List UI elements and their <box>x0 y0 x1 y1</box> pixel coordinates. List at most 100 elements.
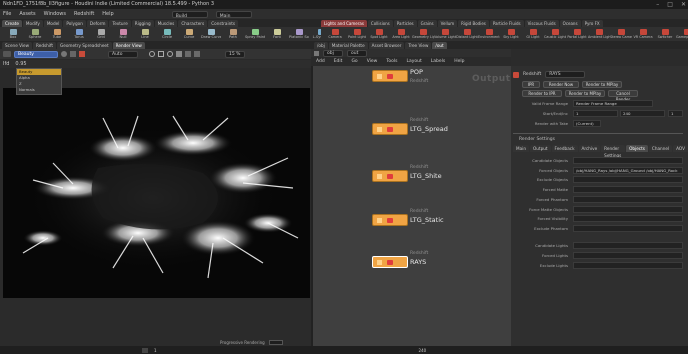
shelf-tool-2[interactable]: Spot Light <box>369 29 389 39</box>
shelf-tab[interactable]: Rigging <box>131 19 154 27</box>
zoom-field[interactable]: 15 % <box>225 50 245 58</box>
path-out[interactable]: out <box>347 49 367 57</box>
snapshot-icon[interactable] <box>3 51 11 57</box>
param-tab[interactable]: Archive <box>578 145 601 152</box>
shelf-tab[interactable]: Muscles <box>154 19 178 27</box>
viewer-tab[interactable]: Redshift <box>33 41 57 49</box>
param-row-field[interactable]: /obj/HANG_Rays /obj/HANG_Ground /obj/HAN… <box>573 167 683 174</box>
region-tool-icon[interactable] <box>158 51 164 57</box>
shelf-tool[interactable]: Draw Curve <box>201 29 221 39</box>
minimize-button[interactable]: – <box>656 1 659 8</box>
shelf-tab[interactable]: Model <box>43 19 63 27</box>
shelf-tab-2[interactable]: Oceans <box>559 19 581 27</box>
node-rays[interactable] <box>372 256 408 268</box>
shelf-tool[interactable]: Grid <box>92 29 110 39</box>
shelf-tool[interactable]: Font <box>268 29 286 39</box>
network-tab[interactable]: Tree View <box>405 41 432 49</box>
frame-start-field[interactable]: 1 <box>573 110 618 117</box>
lock-icon[interactable] <box>176 51 182 57</box>
node-ltg-shite[interactable] <box>372 170 408 182</box>
shelf-tool[interactable]: Box <box>4 29 22 39</box>
menu-help[interactable]: Help <box>102 9 113 19</box>
param-tab[interactable]: AOV <box>673 145 688 152</box>
param-row-field[interactable] <box>573 215 683 222</box>
shelf-tab[interactable]: Texture <box>109 19 131 27</box>
shelf-tab-2[interactable]: Particle Fluids <box>489 19 524 27</box>
param-tab[interactable]: Feedback <box>551 145 578 152</box>
progressive-toggle[interactable] <box>268 340 283 345</box>
param-row-field[interactable] <box>573 242 683 249</box>
shelf-tool-2[interactable]: VR Camera <box>633 29 653 39</box>
shelf-tab[interactable]: Polygon <box>63 19 86 27</box>
shelf-tool[interactable]: Line <box>136 29 154 39</box>
shelf-tool-2[interactable]: Sky Light <box>501 29 521 39</box>
network-menu-item[interactable]: Help <box>454 59 464 64</box>
node-ltg-spread[interactable] <box>372 123 408 135</box>
shelf-tool[interactable]: Null <box>114 29 132 39</box>
valid-frame-range-dropdown[interactable]: Render Frame Range <box>573 100 653 107</box>
shelf-tab[interactable]: Constraints <box>208 19 239 27</box>
param-row-field[interactable] <box>573 206 683 213</box>
shelf-tool-2[interactable]: Portal Light <box>567 29 587 39</box>
network-tab[interactable]: Asset Browser <box>368 41 405 49</box>
param-row-field[interactable] <box>573 196 683 203</box>
cancel-render-button[interactable]: Cancel Render <box>608 90 638 102</box>
dropdown-option-normals[interactable]: Normals <box>17 87 61 93</box>
shelf-tab[interactable]: Deform <box>86 19 109 27</box>
shelf-tab[interactable]: Create <box>2 19 22 27</box>
render-now-button[interactable]: Render Now <box>543 81 579 88</box>
shelf-tool-2[interactable]: Area Light <box>391 29 411 39</box>
frame-field[interactable] <box>142 347 148 353</box>
network-menu-item[interactable]: Edit <box>334 59 343 64</box>
shelf-tool[interactable]: Sphere <box>26 29 44 39</box>
param-tab[interactable]: Render Settings <box>601 145 626 158</box>
viewer-tab[interactable]: Scene View <box>2 41 33 49</box>
param-row-field[interactable] <box>573 252 683 259</box>
shelf-tool[interactable]: Path <box>224 29 242 39</box>
param-node-name[interactable]: RAYS <box>545 71 586 78</box>
shelf-tab-2[interactable]: Collisions <box>367 19 393 27</box>
network-menu-item[interactable]: Add <box>316 59 325 64</box>
crop-icon[interactable] <box>70 51 76 57</box>
auto-dropdown[interactable]: Auto <box>108 50 138 58</box>
shelf-tool-2[interactable]: Caustic Light <box>544 29 566 39</box>
render-to-mplay-button-2[interactable]: Render to MPlay <box>565 90 605 97</box>
shelf-tab-2[interactable]: Viscous Fluids <box>524 19 559 27</box>
network-menu-item[interactable]: Go <box>351 59 357 64</box>
param-tab[interactable]: Objects <box>626 145 648 152</box>
param-row-field[interactable] <box>573 262 683 269</box>
network-menu-item[interactable]: Layout <box>406 59 421 64</box>
network-menu-item[interactable]: Tools <box>386 59 397 64</box>
path-obj[interactable]: obj <box>323 49 343 57</box>
shelf-tool-2[interactable]: Point Light <box>347 29 367 39</box>
save-icon[interactable] <box>194 51 200 57</box>
ipr-button[interactable]: IPR <box>522 81 540 88</box>
render-to-ipr-button[interactable]: Render to IPR <box>522 90 562 97</box>
shelf-tab-2[interactable]: Vellum <box>437 19 458 27</box>
shelf-tab-2[interactable]: Pyro FX <box>581 19 603 27</box>
build-selector[interactable]: Build <box>171 10 208 19</box>
menu-windows[interactable]: Windows <box>44 9 66 19</box>
shelf-tool-2[interactable]: Environment Light <box>478 29 500 39</box>
param-row-field[interactable] <box>573 157 683 164</box>
shelf-tool[interactable]: Torus <box>70 29 88 39</box>
close-button[interactable]: ✕ <box>681 1 686 8</box>
menu-redshift[interactable]: Redshift <box>74 9 94 19</box>
network-editor[interactable] <box>311 66 511 346</box>
shelf-tab[interactable]: Characters <box>178 19 208 27</box>
shelf-tool[interactable]: Curve <box>180 29 198 39</box>
network-tab[interactable]: /out <box>432 41 447 49</box>
frame-inc-field[interactable]: 1 <box>668 110 683 117</box>
node-pop[interactable] <box>372 70 408 82</box>
shelf-tool-2[interactable]: GI Light <box>523 29 543 39</box>
bucket-tool-icon[interactable] <box>167 51 173 57</box>
param-tab[interactable]: Channel <box>648 145 673 152</box>
maximize-button[interactable]: □ <box>667 1 673 8</box>
param-row-field[interactable] <box>573 186 683 193</box>
refresh-icon[interactable] <box>61 51 67 57</box>
shelf-tab[interactable]: Modify <box>22 19 43 27</box>
render-aov-dropdown[interactable]: Beauty <box>14 50 58 58</box>
network-tab[interactable]: /obj <box>314 41 328 49</box>
shelf-tool-2[interactable]: Geometry Light <box>412 29 434 39</box>
param-row-field[interactable] <box>573 225 683 232</box>
